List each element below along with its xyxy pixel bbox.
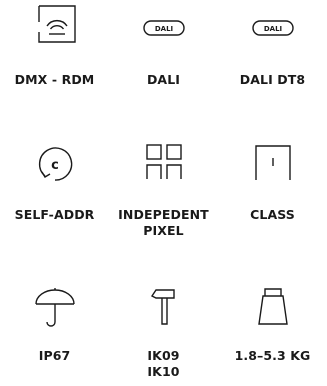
- feature-label: IP67: [38, 348, 71, 363]
- feature-self-addr: c SELF-ADDR: [0, 138, 109, 248]
- weight-icon: [251, 286, 295, 328]
- dali-badge-icon: DALI: [142, 20, 185, 36]
- feature-ip67: IP67: [0, 280, 109, 386]
- dali-badge-text: DALI: [263, 25, 281, 33]
- feature-label: 1.8–5.3 KG: [234, 348, 311, 363]
- feature-independent-pixel: INDEPEDENT PIXEL: [109, 138, 218, 248]
- hammer-icon: [144, 284, 184, 328]
- feature-dmx-rdm: DMX - RDM: [0, 0, 109, 100]
- feature-label: IK09 IK10: [147, 348, 180, 379]
- feature-label: SELF-ADDR: [14, 207, 95, 222]
- feature-class: CLASS: [218, 138, 327, 248]
- dali-badge-text: DALI: [154, 25, 172, 33]
- feature-dali-dt8: DALI DALI DT8: [218, 0, 327, 100]
- dmx-rdm-icon: [33, 4, 77, 46]
- feature-label: DALI: [146, 72, 181, 87]
- feature-label: DALI DT8: [239, 72, 306, 87]
- feature-label: CLASS: [250, 207, 295, 222]
- umbrella-icon: [33, 286, 77, 328]
- dali-badge-icon: DALI: [251, 20, 294, 36]
- feature-weight: 1.8–5.3 KG: [218, 280, 327, 386]
- self-address-glyph: c: [51, 158, 59, 173]
- feature-label: DMX - RDM: [14, 72, 95, 87]
- class-icon: [253, 144, 293, 182]
- self-address-icon: c: [33, 142, 77, 186]
- pixel-grid-icon: [144, 142, 184, 182]
- feature-dali: DALI DALI: [109, 0, 218, 100]
- feature-ik-rating: IK09 IK10: [109, 280, 218, 386]
- feature-label: INDEPEDENT PIXEL: [118, 207, 209, 238]
